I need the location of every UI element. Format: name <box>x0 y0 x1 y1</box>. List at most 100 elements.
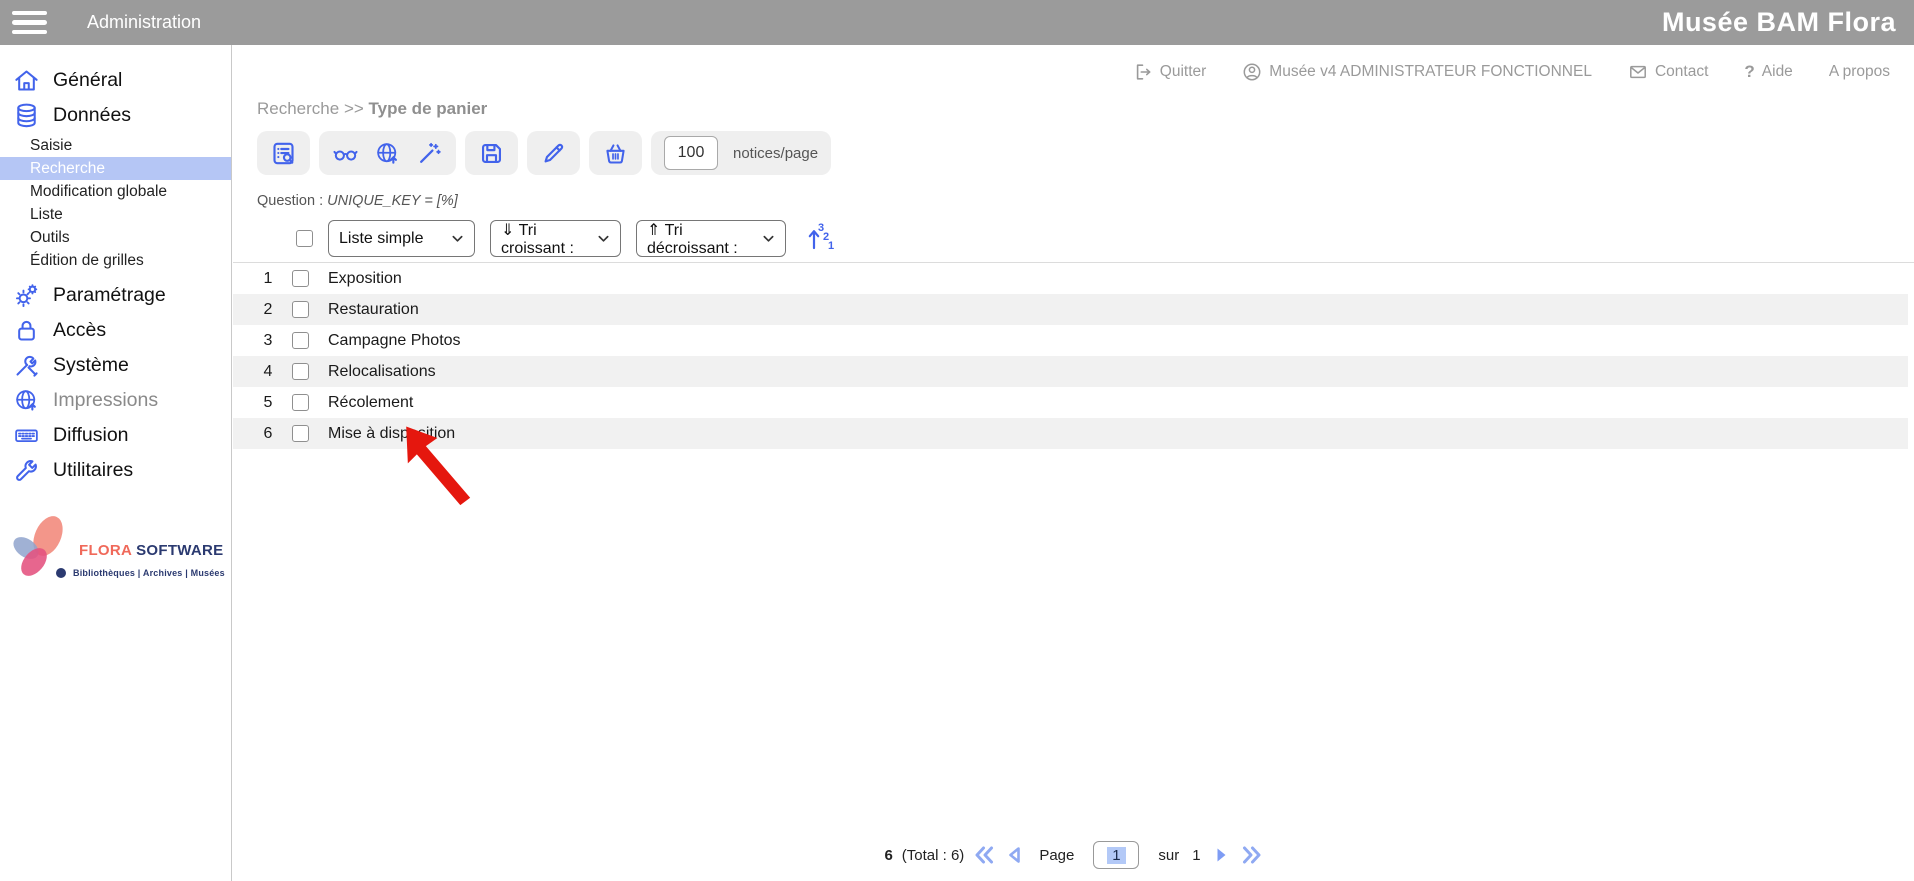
down-double-arrow-glyph: ⇓ <box>501 222 514 239</box>
sort-ascending-select[interactable]: ⇓ Tri croissant : <box>490 220 621 257</box>
logo-name-flora: FLORA <box>79 542 132 559</box>
table-row: 1 Exposition <box>233 263 1908 294</box>
quitter-link[interactable]: Quitter <box>1133 62 1207 82</box>
svg-text:1: 1 <box>828 240 834 252</box>
search-form-button[interactable] <box>257 131 310 175</box>
sort-controls: Liste simple ⇓ Tri croissant : ⇑ Tri déc… <box>296 220 835 257</box>
list-mode-select[interactable]: Liste simple <box>328 220 475 257</box>
edit-button[interactable] <box>527 131 580 175</box>
view-tools-group <box>319 131 456 175</box>
table-row: 6 Mise à disposition <box>233 418 1908 449</box>
apropos-link[interactable]: A propos <box>1829 63 1890 81</box>
up-double-arrow-glyph: ⇑ <box>647 222 660 239</box>
lock-icon <box>13 317 40 344</box>
row-label[interactable]: Mise à disposition <box>328 425 455 443</box>
save-button[interactable] <box>465 131 518 175</box>
question-expression: UNIQUE_KEY = [%] <box>327 193 458 209</box>
sidebar-item-label: Général <box>53 69 122 92</box>
row-number: 2 <box>255 301 281 319</box>
sort-descending-select[interactable]: ⇑ Tri décroissant : <box>636 220 786 257</box>
breadcrumb-parent[interactable]: Recherche <box>257 99 339 118</box>
keyboard-icon <box>13 422 40 449</box>
question-label: Question : <box>257 193 323 209</box>
sur-label: sur <box>1158 847 1179 864</box>
basket-button[interactable] <box>589 131 642 175</box>
row-label[interactable]: Récolement <box>328 394 413 412</box>
sidebar-item-parametrage[interactable]: Paramétrage <box>0 278 231 313</box>
sidebar-item-recherche[interactable]: Recherche <box>0 157 231 180</box>
row-checkbox[interactable] <box>292 363 309 380</box>
sidebar-item-liste[interactable]: Liste <box>0 203 231 226</box>
question-line: Question : UNIQUE_KEY = [%] <box>257 193 458 209</box>
row-label[interactable]: Campagne Photos <box>328 332 461 350</box>
row-checkbox[interactable] <box>292 301 309 318</box>
table-row: 2 Restauration <box>233 294 1908 325</box>
row-checkbox[interactable] <box>292 270 309 287</box>
hamburger-menu-icon[interactable] <box>12 6 47 40</box>
glasses-icon[interactable] <box>332 140 359 167</box>
aide-link[interactable]: ? Aide <box>1744 62 1792 82</box>
topbar: Administration Musée BAM Flora <box>0 0 1914 45</box>
logo-tagline: Bibliothèques | Archives | Musées <box>73 568 225 578</box>
chevron-down-icon <box>451 232 464 245</box>
globe-publish-icon[interactable] <box>374 140 401 167</box>
chevron-down-icon <box>597 232 610 245</box>
page-number-input[interactable]: 1 <box>1093 841 1139 869</box>
sidebar-item-outils[interactable]: Outils <box>0 226 231 249</box>
sidebar-item-impressions[interactable]: Impressions <box>0 383 231 418</box>
contact-link[interactable]: Contact <box>1628 62 1708 82</box>
first-page-button[interactable] <box>973 844 995 866</box>
sidebar-item-modification-globale[interactable]: Modification globale <box>0 180 231 203</box>
table-row: 3 Campagne Photos <box>233 325 1908 356</box>
total-pages: 1 <box>1192 847 1200 864</box>
sidebar-item-label: Impressions <box>53 389 158 412</box>
result-count: 6 <box>884 847 892 864</box>
logo-dot <box>56 568 66 578</box>
next-page-button[interactable] <box>1210 844 1232 866</box>
app-title: Administration <box>87 12 201 33</box>
wrench-icon <box>13 457 40 484</box>
breadcrumb-separator: >> <box>344 99 364 118</box>
row-checkbox[interactable] <box>292 394 309 411</box>
sidebar: Général Données Saisie Recherche Modific… <box>0 45 232 881</box>
notices-per-page-group: notices/page <box>651 131 831 175</box>
app-window: Administration Musée BAM Flora Général D… <box>0 0 1914 881</box>
select-all-checkbox[interactable] <box>296 230 313 247</box>
header-links: Quitter Musée v4 ADMINISTRATEUR FONCTION… <box>1133 62 1890 82</box>
sidebar-item-saisie[interactable]: Saisie <box>0 134 231 157</box>
table-row: 5 Récolement <box>233 387 1908 418</box>
gears-icon <box>13 282 40 309</box>
sidebar-item-acces[interactable]: Accès <box>0 313 231 348</box>
sidebar-item-utilitaires[interactable]: Utilitaires <box>0 453 231 488</box>
row-number: 4 <box>255 363 281 381</box>
help-icon: ? <box>1744 62 1754 82</box>
home-icon <box>13 67 40 94</box>
row-label[interactable]: Exposition <box>328 270 402 288</box>
page-label: Page <box>1039 847 1074 864</box>
sidebar-item-systeme[interactable]: Système <box>0 348 231 383</box>
logo-name-software: SOFTWARE <box>136 542 223 559</box>
sidebar-item-donnees[interactable]: Données <box>0 98 231 133</box>
notices-per-page-input[interactable] <box>664 136 718 170</box>
sidebar-item-edition-de-grilles[interactable]: Édition de grilles <box>0 249 231 272</box>
sort-numeric-button[interactable]: 3 2 1 <box>807 220 835 257</box>
globe-icon <box>13 387 40 414</box>
last-page-button[interactable] <box>1241 844 1263 866</box>
user-account-link[interactable]: Musée v4 ADMINISTRATEUR FONCTIONNEL <box>1242 62 1592 82</box>
row-checkbox[interactable] <box>292 425 309 442</box>
chevron-down-icon <box>762 232 775 245</box>
brand-title: Musée BAM Flora <box>1662 7 1896 38</box>
row-checkbox[interactable] <box>292 332 309 349</box>
row-label[interactable]: Restauration <box>328 301 419 319</box>
row-number: 6 <box>255 425 281 443</box>
sidebar-item-diffusion[interactable]: Diffusion <box>0 418 231 453</box>
toolbar: notices/page <box>257 131 831 175</box>
magic-wand-icon[interactable] <box>416 140 443 167</box>
previous-page-button[interactable] <box>1004 844 1026 866</box>
row-label[interactable]: Relocalisations <box>328 363 436 381</box>
sidebar-item-general[interactable]: Général <box>0 63 231 98</box>
sidebar-item-label: Diffusion <box>53 424 129 447</box>
form-search-icon <box>270 140 297 167</box>
logout-icon <box>1133 62 1153 82</box>
tools-icon <box>13 352 40 379</box>
